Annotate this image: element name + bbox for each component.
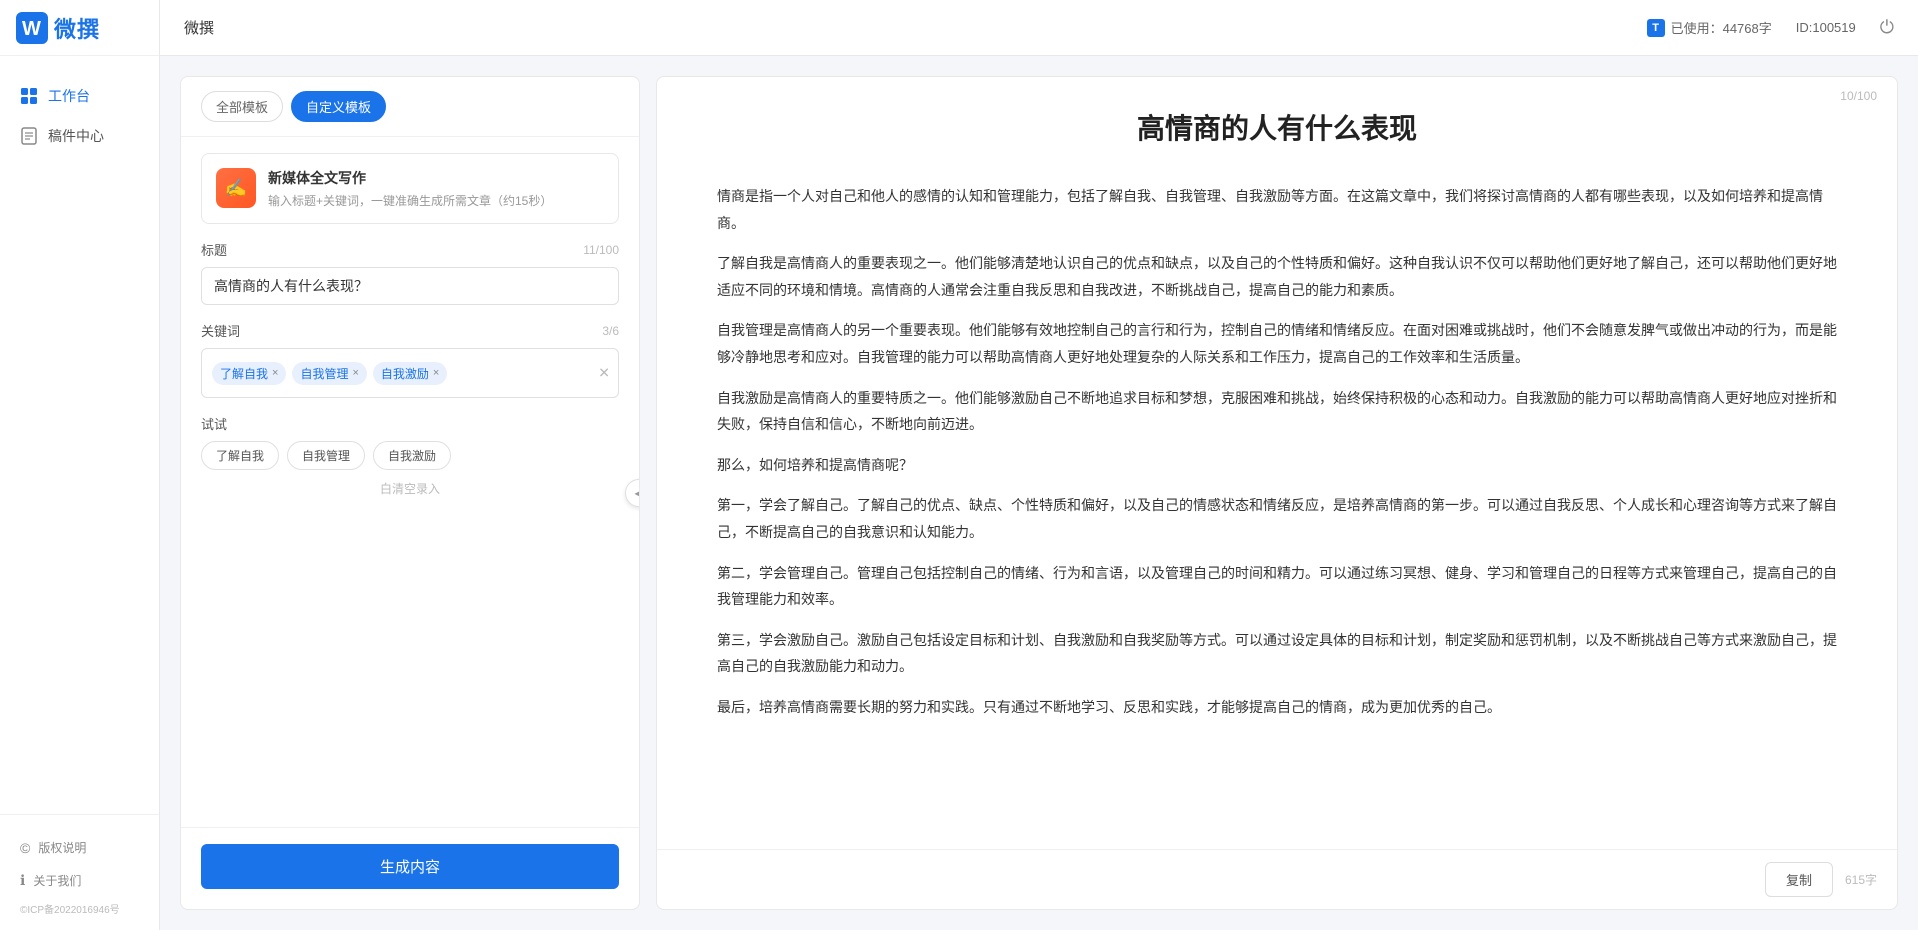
copyright-label: 版权说明	[38, 839, 86, 856]
sidebar-item-drafts-label: 稿件中心	[48, 126, 104, 146]
keyword-remove-1[interactable]: ×	[352, 367, 358, 379]
copyright-icon: ©	[20, 840, 30, 856]
tab-all[interactable]: 全部模板	[201, 91, 283, 122]
suggestions-label: 试试	[201, 414, 619, 433]
template-icon: ✍	[216, 168, 256, 208]
paragraph-4: 那么，如何培养和提高情商呢？	[717, 452, 1837, 479]
keywords-box[interactable]: 了解自我 × 自我管理 × 自我激励 × ✕	[201, 348, 619, 398]
page-counter: 10/100	[1840, 89, 1877, 103]
keywords-clear-btn[interactable]: ✕	[598, 365, 610, 382]
suggestion-0[interactable]: 了解自我	[201, 441, 279, 470]
logo: W 微撰	[0, 0, 159, 56]
power-icon[interactable]: ⏻	[1880, 17, 1894, 38]
copy-button[interactable]: 复制	[1765, 862, 1833, 897]
paragraph-3: 自我激励是高情商人的重要特质之一。他们能够激励自己不断地追求目标和梦想，克服困难…	[717, 385, 1837, 438]
keywords-group: 关键词 3/6 了解自我 × 自我管理 × 自我激励	[201, 321, 619, 398]
article-header: 10/100 高情商的人有什么表现	[657, 77, 1897, 163]
drafts-icon	[20, 127, 38, 145]
workbench-icon	[20, 87, 38, 105]
paragraph-5: 第一，学会了解自己。了解自己的优点、缺点、个性特质和偏好，以及自己的情感状态和情…	[717, 492, 1837, 545]
main-wrapper: 微撰 T 已使用：44768字 ID:100519 ⏻ 全部模板 自定义模板 ✍…	[160, 0, 1918, 930]
keyword-tag-2[interactable]: 自我激励 ×	[373, 362, 447, 385]
title-counter: 11/100	[583, 243, 619, 257]
sidebar-bottom: © 版权说明 ℹ 关于我们 ©ICP备2022016946号	[0, 814, 159, 930]
paragraph-8: 最后，培养高情商需要长期的努力和实践。只有通过不断地学习、反思和实践，才能够提高…	[717, 694, 1837, 721]
header-usage: T 已使用：44768字	[1647, 18, 1772, 37]
right-panel: 10/100 高情商的人有什么表现 情商是指一个人对自己和他人的感情的认知和管理…	[656, 76, 1898, 910]
title-group: 标题 11/100	[201, 240, 619, 305]
app-name: 微撰	[54, 12, 100, 44]
title-label: 标题	[201, 240, 227, 259]
keyword-remove-0[interactable]: ×	[272, 367, 278, 379]
keyword-remove-2[interactable]: ×	[433, 367, 439, 379]
title-input[interactable]	[201, 267, 619, 305]
paragraph-2: 自我管理是高情商人的另一个重要表现。他们能够有效地控制自己的言行和行为，控制自己…	[717, 317, 1837, 370]
panel-tabs: 全部模板 自定义模板	[181, 77, 639, 137]
paragraph-0: 情商是指一个人对自己和他人的感情的认知和管理能力，包括了解自我、自我管理、自我激…	[717, 183, 1837, 236]
paragraph-1: 了解自我是高情商人的重要表现之一。他们能够清楚地认识自己的优点和缺点，以及自己的…	[717, 250, 1837, 303]
keyword-tag-1[interactable]: 自我管理 ×	[292, 362, 366, 385]
generate-area: 生成内容	[181, 827, 639, 909]
tab-custom[interactable]: 自定义模板	[291, 91, 386, 122]
sidebar-item-workbench[interactable]: 工作台	[0, 76, 159, 116]
icp-text: ©ICP备2022016946号	[0, 897, 159, 920]
keyword-tag-0[interactable]: 了解自我 ×	[212, 362, 286, 385]
content-area: 全部模板 自定义模板 ✍ 新媒体全文写作 输入标题+关键词，一键准确生成所需文章…	[160, 56, 1918, 930]
about-icon: ℹ	[20, 872, 25, 889]
sidebar: W 微撰 工作台	[0, 0, 160, 930]
suggestion-2[interactable]: 自我激励	[373, 441, 451, 470]
logo-icon: W	[16, 12, 48, 44]
suggestions-group: 试试 了解自我 自我管理 自我激励 白清空录入	[201, 414, 619, 497]
keywords-label: 关键词	[201, 321, 240, 340]
usage-icon: T	[1647, 19, 1665, 37]
generate-button[interactable]: 生成内容	[201, 844, 619, 889]
header-right: T 已使用：44768字 ID:100519 ⏻	[1647, 17, 1894, 38]
keywords-counter: 3/6	[602, 324, 619, 338]
article-title: 高情商的人有什么表现	[717, 107, 1837, 147]
svg-text:W: W	[22, 18, 41, 40]
template-name: 新媒体全文写作	[268, 168, 604, 188]
sidebar-item-workbench-label: 工作台	[48, 86, 90, 106]
header-id: ID:100519	[1796, 20, 1856, 35]
usage-label: 已使用：44768字	[1671, 18, 1772, 37]
clear-hint[interactable]: 白清空录入	[201, 480, 619, 497]
suggestion-1[interactable]: 自我管理	[287, 441, 365, 470]
collapse-icon: ◀	[634, 486, 640, 500]
sidebar-item-about[interactable]: ℹ 关于我们	[0, 864, 159, 897]
article-footer: 复制 615字	[657, 849, 1897, 909]
sidebar-item-copyright[interactable]: © 版权说明	[0, 831, 159, 864]
about-label: 关于我们	[33, 872, 81, 889]
header: 微撰 T 已使用：44768字 ID:100519 ⏻	[160, 0, 1918, 56]
article-body: 情商是指一个人对自己和他人的感情的认知和管理能力，包括了解自我、自我管理、自我激…	[657, 163, 1897, 849]
paragraph-6: 第二，学会管理自己。管理自己包括控制自己的情绪、行为和言语，以及管理自己的时间和…	[717, 560, 1837, 613]
template-desc: 输入标题+关键词，一键准确生成所需文章（约15秒）	[268, 192, 604, 209]
paragraph-7: 第三，学会激励自己。激励自己包括设定目标和计划、自我激励和自我奖励等方式。可以通…	[717, 627, 1837, 680]
template-card[interactable]: ✍ 新媒体全文写作 输入标题+关键词，一键准确生成所需文章（约15秒）	[201, 153, 619, 224]
sidebar-item-drafts[interactable]: 稿件中心	[0, 116, 159, 156]
form-section: 标题 11/100 关键词 3/6 了解自我 ×	[181, 240, 639, 827]
sidebar-nav: 工作台 稿件中心	[0, 56, 159, 814]
suggestions-row: 了解自我 自我管理 自我激励	[201, 441, 619, 470]
word-count: 615字	[1845, 871, 1877, 888]
header-title: 微撰	[184, 17, 214, 38]
left-panel: 全部模板 自定义模板 ✍ 新媒体全文写作 输入标题+关键词，一键准确生成所需文章…	[180, 76, 640, 910]
